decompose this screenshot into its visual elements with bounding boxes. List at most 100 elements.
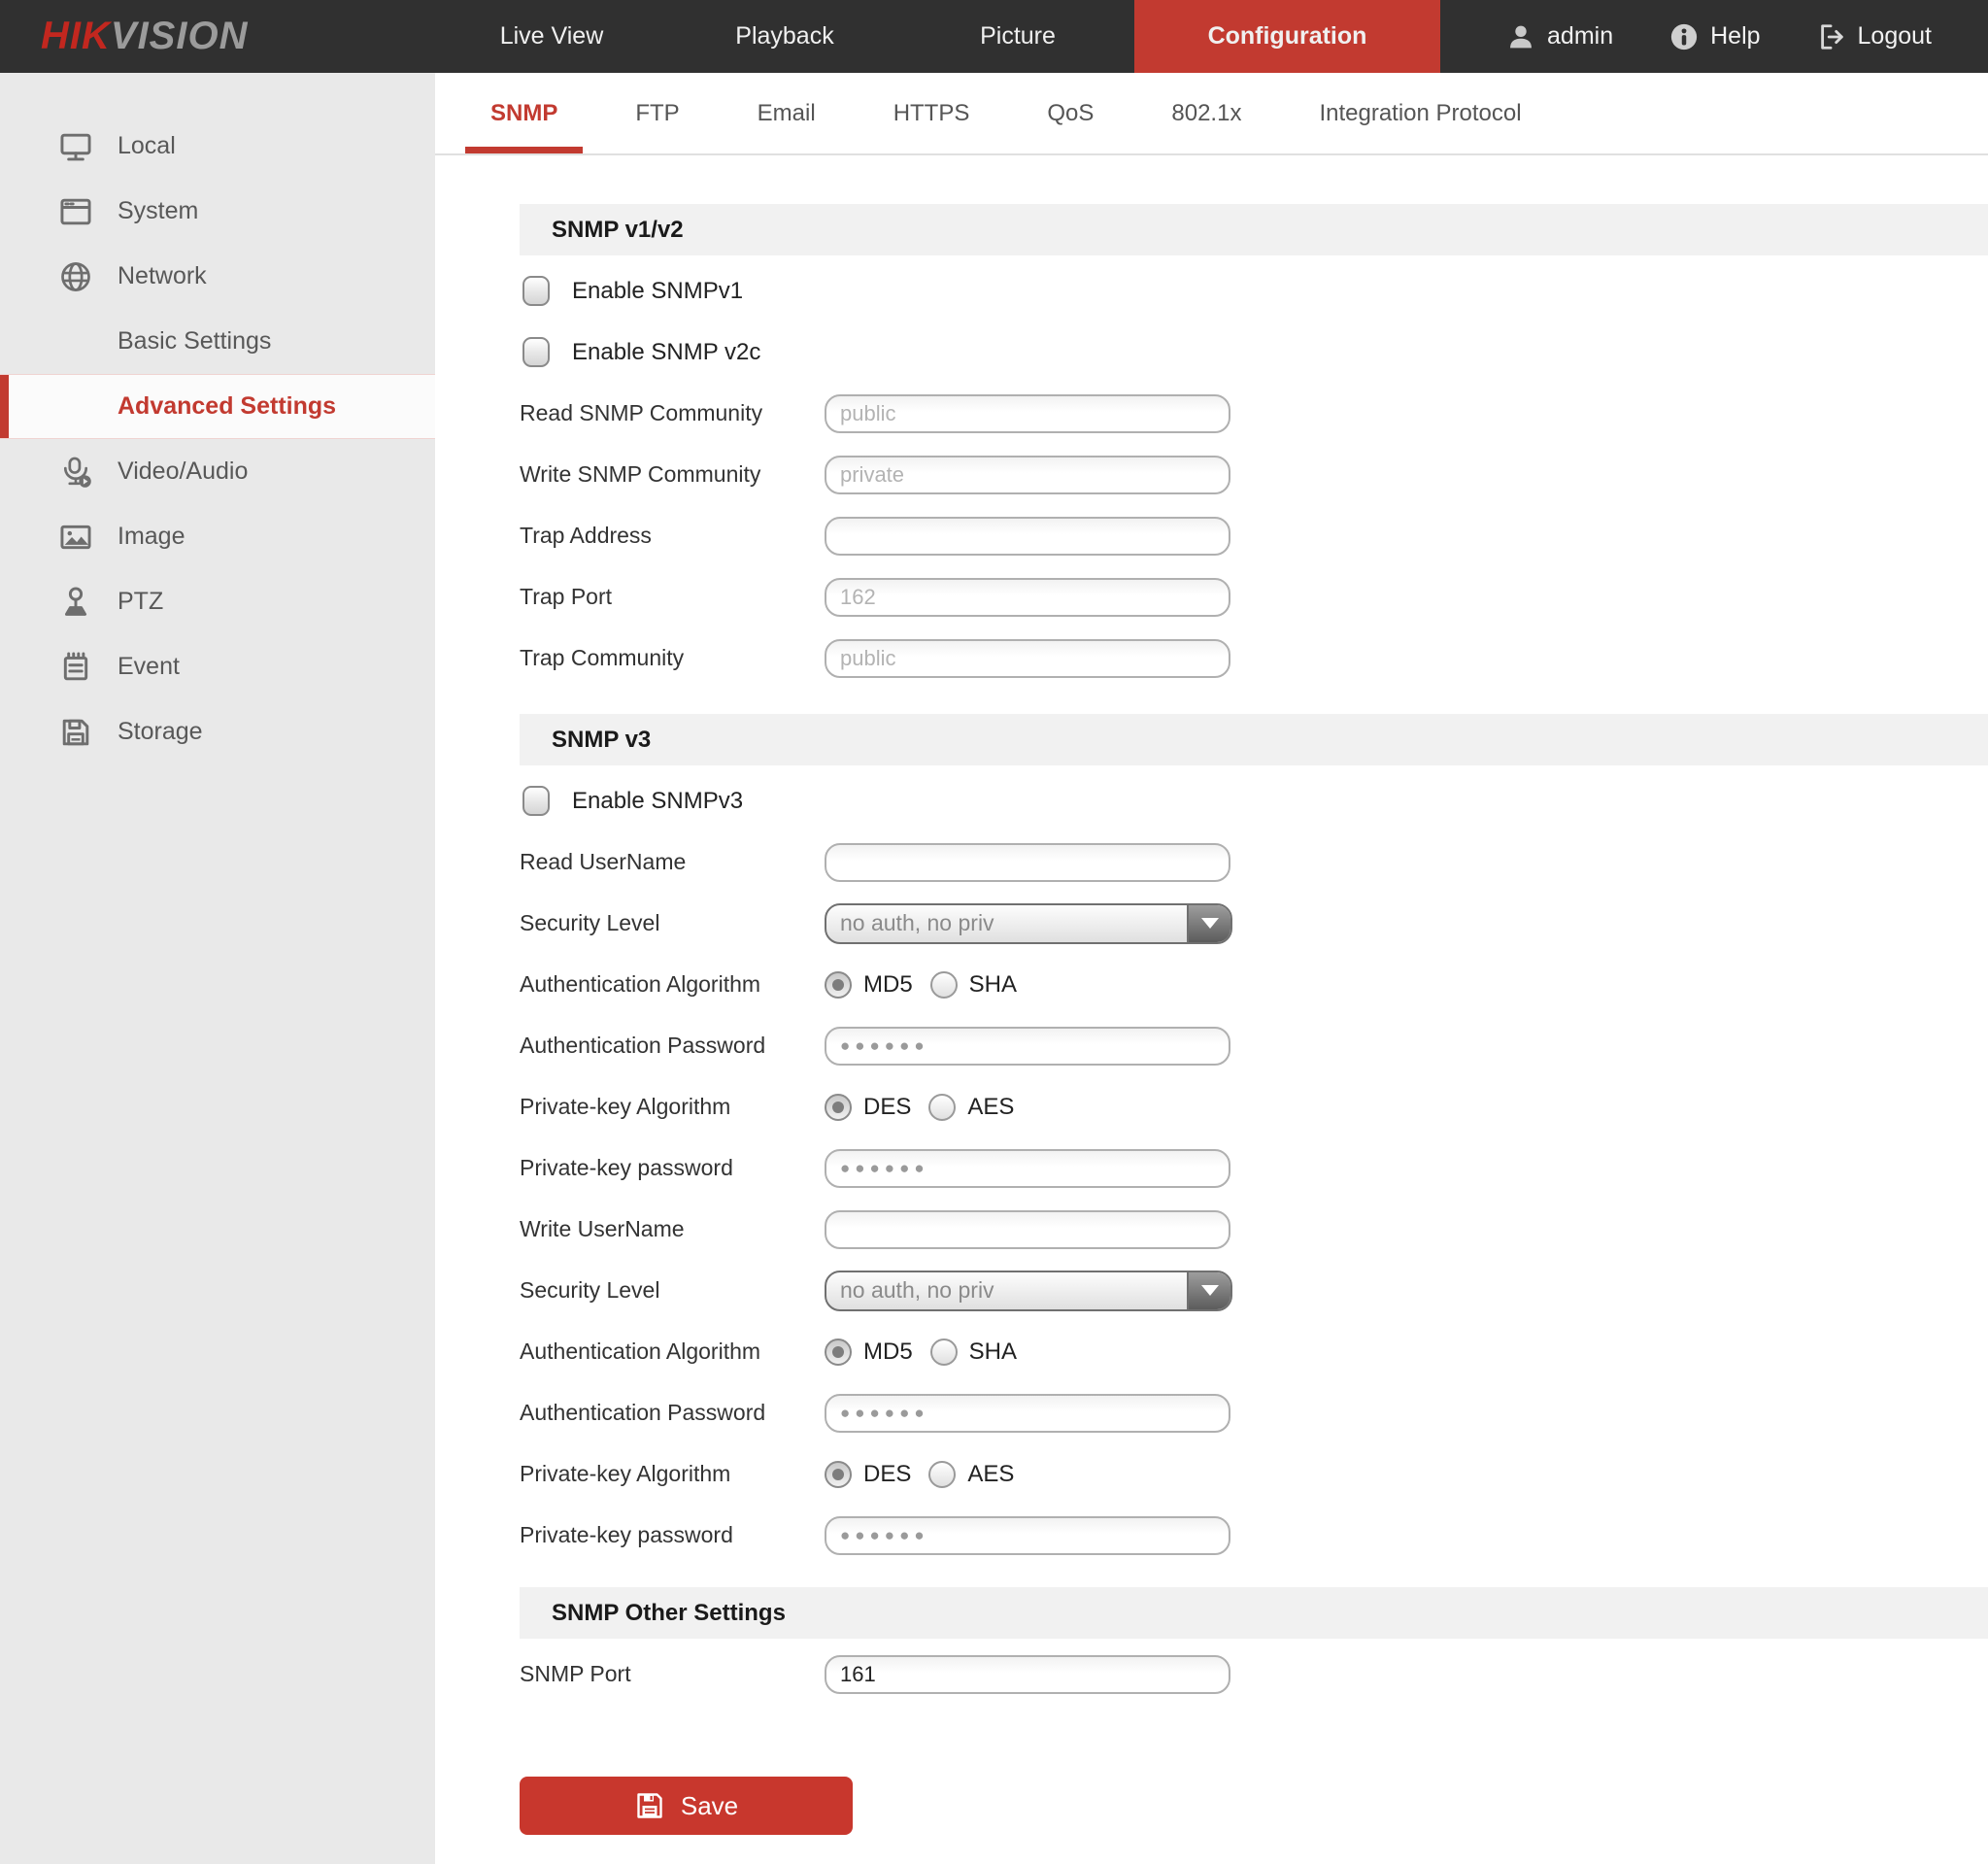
enable-snmp-v2c-checkbox[interactable] bbox=[522, 337, 550, 367]
row-write-username: Write UserName bbox=[520, 1199, 1988, 1260]
section-title: SNMP Other Settings bbox=[552, 1599, 786, 1626]
tab-bar: SNMP FTP Email HTTPS QoS 802.1x Integrat… bbox=[435, 73, 1988, 155]
chevron-down-icon bbox=[1200, 1285, 1219, 1296]
radio-label: MD5 bbox=[863, 970, 913, 998]
sidebar-item-label: Local bbox=[118, 132, 176, 159]
sidebar-item-network[interactable]: Network bbox=[0, 244, 435, 309]
window-icon bbox=[58, 194, 93, 229]
trap-address-input[interactable] bbox=[825, 516, 1230, 556]
sidebar-item-advanced-settings[interactable]: Advanced Settings bbox=[0, 374, 435, 439]
section-header-snmp-v1v2: SNMP v1/v2 bbox=[520, 204, 1988, 255]
nav-picture[interactable]: Picture bbox=[901, 0, 1134, 73]
nav-configuration[interactable]: Configuration bbox=[1134, 0, 1440, 73]
auth-password-input[interactable] bbox=[825, 1393, 1230, 1433]
security-level-select[interactable]: no auth, no priv bbox=[825, 1270, 1232, 1311]
security-level-select[interactable]: no auth, no priv bbox=[825, 902, 1232, 944]
sidebar-item-label: Basic Settings bbox=[118, 327, 272, 355]
joystick-icon bbox=[58, 585, 93, 620]
nav-playback[interactable]: Playback bbox=[668, 0, 901, 73]
auth-password-input[interactable] bbox=[825, 1026, 1230, 1066]
row-snmp-port: SNMP Port bbox=[520, 1644, 1988, 1705]
sidebar-item-system[interactable]: System bbox=[0, 179, 435, 244]
write-username-input[interactable] bbox=[825, 1209, 1230, 1249]
selected-option: no auth, no priv bbox=[840, 1277, 994, 1303]
dropdown-button[interactable] bbox=[1187, 904, 1230, 942]
sidebar-item-video-audio[interactable]: Video/Audio bbox=[0, 439, 435, 504]
help-button[interactable]: Help bbox=[1669, 22, 1761, 51]
tab-integration-protocol[interactable]: Integration Protocol bbox=[1294, 73, 1546, 153]
privatekey-algorithm-radio-group: DES AES bbox=[825, 1460, 1015, 1488]
sidebar-item-storage[interactable]: Storage bbox=[0, 699, 435, 764]
sidebar-item-label: Storage bbox=[118, 718, 203, 745]
radio-label: AES bbox=[967, 1093, 1015, 1120]
notepad-icon bbox=[58, 650, 93, 685]
user-icon bbox=[1506, 22, 1535, 51]
top-bar: HIK VISION Live View Playback Picture Con… bbox=[0, 0, 1988, 73]
sha-radio[interactable] bbox=[929, 1338, 958, 1366]
enable-snmpv1-checkbox[interactable] bbox=[522, 276, 550, 306]
section-title: SNMP v3 bbox=[552, 726, 652, 753]
trap-community-input[interactable] bbox=[825, 638, 1230, 678]
top-right-utilities: admin Help Logout bbox=[1467, 0, 1988, 73]
field-label: Authentication Password bbox=[520, 1400, 766, 1425]
section-header-snmp-v3: SNMP v3 bbox=[520, 714, 1988, 765]
auth-algorithm-radio-group: MD5 SHA bbox=[825, 1338, 1017, 1366]
sidebar-item-image[interactable]: Image bbox=[0, 504, 435, 569]
snmp-port-input[interactable] bbox=[825, 1654, 1230, 1694]
row-trap-port: Trap Port bbox=[520, 566, 1988, 627]
row-auth-algorithm-write: Authentication Algorithm MD5 SHA bbox=[520, 1321, 1988, 1382]
enable-snmpv3-checkbox[interactable] bbox=[522, 786, 550, 816]
tab-ftp[interactable]: FTP bbox=[610, 73, 704, 153]
main-content: SNMP FTP Email HTTPS QoS 802.1x Integrat… bbox=[435, 73, 1988, 1864]
nav-live-view[interactable]: Live View bbox=[435, 0, 668, 73]
sidebar-item-ptz[interactable]: PTZ bbox=[0, 569, 435, 634]
checkbox-label: Enable SNMPv3 bbox=[572, 787, 744, 814]
row-trap-address: Trap Address bbox=[520, 505, 1988, 566]
md5-radio[interactable] bbox=[825, 1338, 852, 1366]
help-label: Help bbox=[1710, 22, 1761, 50]
privatekey-password-input[interactable] bbox=[825, 1148, 1230, 1188]
des-radio[interactable] bbox=[825, 1093, 852, 1121]
field-label: Read SNMP Community bbox=[520, 400, 763, 425]
logo-secondary: VISION bbox=[110, 15, 249, 57]
sidebar-item-basic-settings[interactable]: Basic Settings bbox=[0, 309, 435, 374]
section-header-snmp-other: SNMP Other Settings bbox=[520, 1587, 1988, 1639]
aes-radio[interactable] bbox=[928, 1460, 957, 1488]
save-button[interactable]: Save bbox=[520, 1777, 853, 1835]
globe-icon bbox=[58, 259, 93, 294]
trap-port-input[interactable] bbox=[825, 577, 1230, 617]
read-snmp-community-input[interactable] bbox=[825, 393, 1230, 433]
row-privatekey-password-read: Private-key password bbox=[520, 1137, 1988, 1199]
logo-primary: HIK bbox=[41, 15, 111, 57]
tab-qos[interactable]: QoS bbox=[1022, 73, 1119, 153]
des-radio[interactable] bbox=[825, 1460, 852, 1488]
row-privatekey-password-write: Private-key password bbox=[520, 1505, 1988, 1566]
chevron-down-icon bbox=[1200, 918, 1219, 929]
tab-8021x[interactable]: 802.1x bbox=[1146, 73, 1266, 153]
snmp-form: SNMP v1/v2 Enable SNMPv1 Enable SNMP v2c… bbox=[435, 204, 1988, 1705]
write-snmp-community-input[interactable] bbox=[825, 455, 1230, 494]
field-label: Trap Address bbox=[520, 523, 652, 548]
auth-algorithm-radio-group: MD5 SHA bbox=[825, 970, 1017, 999]
checkbox-label: Enable SNMP v2c bbox=[572, 338, 761, 365]
field-label: Security Level bbox=[520, 1277, 660, 1303]
md5-radio[interactable] bbox=[825, 970, 852, 999]
sidebar-item-local[interactable]: Local bbox=[0, 114, 435, 179]
aes-radio[interactable] bbox=[928, 1093, 957, 1121]
row-trap-community: Trap Community bbox=[520, 627, 1988, 689]
row-privatekey-algorithm-write: Private-key Algorithm DES AES bbox=[520, 1443, 1988, 1505]
row-enable-snmp-v2c: Enable SNMP v2c bbox=[520, 322, 1988, 383]
radio-label: AES bbox=[967, 1460, 1015, 1487]
tab-email[interactable]: Email bbox=[732, 73, 841, 153]
sha-radio[interactable] bbox=[929, 970, 958, 999]
field-label: Private-key Algorithm bbox=[520, 1461, 731, 1486]
tab-https[interactable]: HTTPS bbox=[868, 73, 995, 153]
dropdown-button[interactable] bbox=[1187, 1271, 1230, 1309]
sidebar-item-event[interactable]: Event bbox=[0, 634, 435, 699]
tab-snmp[interactable]: SNMP bbox=[465, 73, 584, 153]
logout-button[interactable]: Logout bbox=[1817, 22, 1932, 51]
read-username-input[interactable] bbox=[825, 842, 1230, 882]
privatekey-password-input[interactable] bbox=[825, 1515, 1230, 1555]
selected-option: no auth, no priv bbox=[840, 910, 994, 935]
microphone-icon bbox=[58, 455, 93, 490]
